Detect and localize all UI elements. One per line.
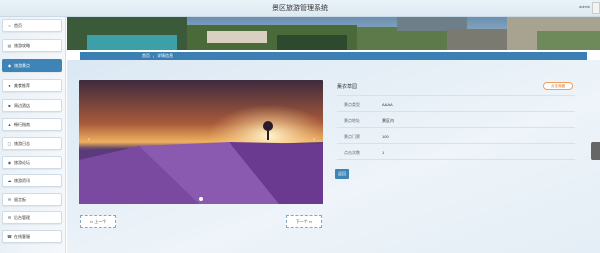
sidebar-item-label: 旅游论坛 [14,159,30,165]
breadcrumb-separator: / [153,53,155,59]
sidebar: ⌂ 首页 ▤ 旅游攻略 ◆ 旅游景点 ● 美食推荐 ■ 周边酒店 ▲ 畅行指南 ▢ 旅游日志 … [0,17,66,253]
sidebar-item-travel-guide[interactable]: ▲ 畅行指南 [2,118,62,131]
sidebar-item-label: 旅游景点 [14,62,30,68]
username[interactable]: admin [579,4,590,9]
sidebar-item-label: 首页 [14,22,22,28]
spot-name: 薰衣草园 [337,84,358,90]
divider [337,127,575,128]
sidebar-item-label: 美食推荐 [14,82,30,88]
sidebar-item-label: 旅游资讯 [14,177,30,183]
sidebar-item-forum[interactable]: ◉ 旅游论坛 [2,156,62,169]
carousel-dot[interactable] [199,197,203,201]
sidebar-item-label: 留言板 [14,196,26,202]
sidebar-item-label: 旅游日志 [14,140,30,146]
detail-row-address: 景点地址 景区内 [344,118,394,124]
favorite-button[interactable]: 点击收藏 [543,82,573,90]
header-banner [67,17,600,50]
divider [337,111,575,112]
sidebar-item-label: 周边酒店 [14,102,30,108]
home-icon: ⌂ [8,23,11,28]
breadcrumb-current: 详情信息 [157,53,174,58]
detail-label: 点击次数 [344,150,360,155]
sidebar-item-support[interactable]: ☎ 在线客服 [2,230,62,243]
service-icon: ☎ [7,234,12,239]
message-icon: ✉ [7,197,12,202]
news-icon: ☁ [7,178,12,183]
doc-icon: ▤ [7,43,12,48]
forum-icon: ◉ [7,160,12,165]
divider [337,95,575,96]
top-header: 景区旅游管理系统 admin [0,0,600,17]
guide-icon: ▲ [7,122,12,127]
spot-photo [79,80,323,204]
side-scroll-handle[interactable] [591,142,600,160]
sidebar-item-home[interactable]: ⌂ 首页 [2,19,62,32]
hotel-icon: ■ [8,103,11,108]
detail-label: 景点类型 [344,102,360,107]
sidebar-item-admin[interactable]: ⚙ 后台管理 [2,211,62,224]
divider [337,143,575,144]
pin-icon: ◆ [7,63,12,68]
prev-item-button[interactable]: ⇦ 上一个 [80,215,116,228]
divider [337,159,575,160]
sidebar-item-news[interactable]: ☁ 旅游资讯 [2,174,62,187]
sidebar-item-logs[interactable]: ▢ 旅游日志 [2,137,62,150]
breadcrumb-home[interactable]: 首页 [142,53,150,59]
carousel-next-arrow[interactable]: › [313,137,315,143]
detail-value: AAAA [382,102,393,107]
detail-row-clicks: 点击次数 1 [344,150,384,156]
sidebar-item-label: 在线客服 [14,233,30,239]
log-icon: ▢ [7,141,12,146]
sidebar-item-label: 旅游攻略 [14,42,30,48]
sidebar-item-messages[interactable]: ✉ 留言板 [2,193,62,206]
detail-label: 景点门票 [344,134,360,139]
detail-value: 100 [382,134,389,139]
admin-icon: ⚙ [7,215,12,220]
sidebar-item-food[interactable]: ● 美食推荐 [2,79,62,92]
app-title: 景区旅游管理系统 [272,5,328,12]
detail-value: 1 [382,150,385,155]
sidebar-item-spots[interactable]: ◆ 旅游景点 [2,59,62,72]
food-icon: ● [8,83,11,88]
detail-label: 景点地址 [344,118,360,123]
sidebar-item-label: 畅行指南 [14,121,30,127]
sidebar-item-guides[interactable]: ▤ 旅游攻略 [2,39,62,52]
breadcrumb: 首页 / 详情信息 [80,52,587,60]
sidebar-item-label: 后台管理 [14,214,30,220]
detail-row-ticket: 景点门票 100 [344,134,389,140]
next-item-button[interactable]: 下一个 ⇨ [286,215,322,228]
carousel-prev-arrow[interactable]: ‹ [88,137,90,143]
detail-value: 景区内 [382,118,394,123]
logout-button[interactable] [592,2,600,14]
detail-row-type: 景点类型 AAAA [344,102,393,108]
back-button[interactable]: 返回 [335,169,349,179]
sidebar-item-hotels[interactable]: ■ 周边酒店 [2,99,62,112]
